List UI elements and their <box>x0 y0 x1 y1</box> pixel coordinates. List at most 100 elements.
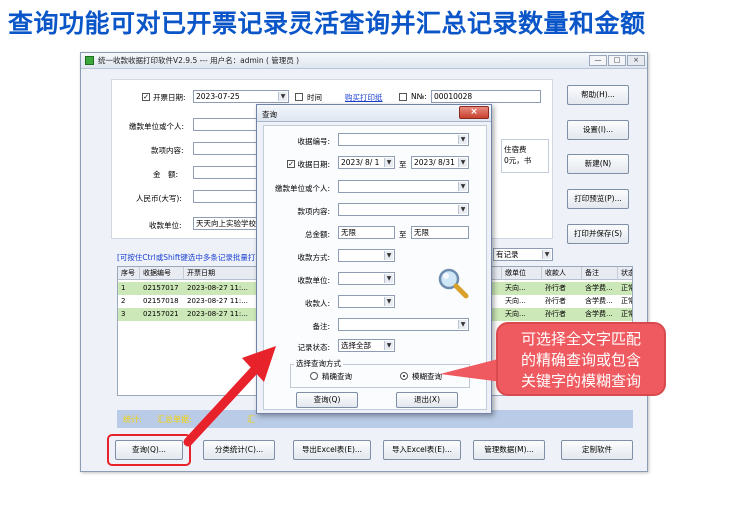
date-value: 2023-07-25 <box>196 92 240 101</box>
window-title: 统一收款收据打印软件V2.9.5 --- 用户名：admin ( 管理员 ) <box>98 56 300 65</box>
date-from-input[interactable]: 2023/ 8/ 1 ▼ <box>338 156 395 169</box>
query-button[interactable]: 查询(Q)... <box>115 440 183 460</box>
no-input[interactable]: 00010028 <box>431 90 541 103</box>
cell-note: 含学费... <box>585 297 613 305</box>
col-header-no[interactable]: 序号 <box>118 267 140 280</box>
dialog-exit-button[interactable]: 退出(X) <box>396 392 458 408</box>
item-label: 款项内容: <box>151 146 184 155</box>
window-titlebar: 统一收款收据打印软件V2.9.5 --- 用户名：admin ( 管理员 ) —… <box>81 53 647 69</box>
window-close-button[interactable]: × <box>627 55 645 66</box>
payer-input[interactable] <box>193 118 259 131</box>
payer-filter-select[interactable]: ▼ <box>338 180 469 193</box>
chevron-down-icon[interactable]: ▼ <box>384 251 393 260</box>
maximize-button[interactable]: □ <box>608 55 626 66</box>
manage-data-button[interactable]: 管理数据(M)... <box>473 440 545 460</box>
item-filter-select[interactable]: ▼ <box>338 203 469 216</box>
fuzzy-radio[interactable] <box>400 372 408 380</box>
cell-unit: 天向... <box>505 284 526 292</box>
new-button[interactable]: 新建(N) <box>567 154 629 174</box>
cell-no: 3 <box>121 310 126 318</box>
callout-line-2: 的精确查询或包含 <box>520 351 641 369</box>
chevron-down-icon[interactable]: ▼ <box>384 341 393 350</box>
minimize-button[interactable]: — <box>589 55 607 66</box>
chevron-down-icon[interactable]: ▼ <box>458 182 467 191</box>
date-sep: 至 <box>399 160 407 169</box>
date-to-value: 2023/ 8/31 <box>414 158 455 167</box>
col-header-status[interactable]: 状态 <box>618 267 632 280</box>
receipt-date-label: 收据日期: <box>297 160 330 169</box>
col-header-note[interactable]: 备注 <box>582 267 618 280</box>
chevron-down-icon[interactable]: ▼ <box>458 158 467 167</box>
cell-date: 2023-08-27 11:... <box>187 284 248 292</box>
time-label: 时间 <box>307 93 322 102</box>
calendar-dropdown-icon[interactable]: ▼ <box>278 92 287 101</box>
no-label: N№: <box>411 92 427 101</box>
export-excel-button[interactable]: 导出Excel表(E)... <box>293 440 371 460</box>
amount-label: 金 额: <box>153 170 179 179</box>
print-save-button[interactable]: 打印并保存(S) <box>567 224 629 244</box>
fuzzy-radio-label: 模糊查询 <box>412 372 442 381</box>
chevron-down-icon[interactable]: ▼ <box>542 250 551 259</box>
chevron-down-icon[interactable]: ▼ <box>458 205 467 214</box>
col-header-payee[interactable]: 收款人 <box>542 267 582 280</box>
callout-line-1: 可选择全文字匹配 <box>520 330 641 348</box>
feature-callout: 可选择全文字匹配 的精确查询或包含 关键字的模糊查询 <box>496 322 666 396</box>
status-filter-value: 选择全部 <box>341 341 371 350</box>
cell-status: 正常 <box>621 284 632 292</box>
chevron-down-icon[interactable]: ▼ <box>384 158 393 167</box>
rmb-input[interactable] <box>193 190 259 203</box>
receiver-filter-label: 收款单位: <box>297 276 330 285</box>
receipt-no-select[interactable]: ▼ <box>338 133 469 146</box>
settings-button[interactable]: 设置(I)... <box>567 120 629 140</box>
print-preview-button[interactable]: 打印预览(P)... <box>567 189 629 209</box>
date-checkbox[interactable]: ✓ <box>142 93 150 101</box>
date-to-input[interactable]: 2023/ 8/31 ▼ <box>411 156 469 169</box>
date-input[interactable]: 2023-07-25 ▼ <box>193 90 289 103</box>
buy-paper-link[interactable]: 购买打印纸 <box>345 92 383 103</box>
chevron-down-icon[interactable]: ▼ <box>458 320 467 329</box>
col-header-unit[interactable]: 缴单位 <box>502 267 542 280</box>
time-checkbox[interactable] <box>295 93 303 101</box>
custom-software-button[interactable]: 定制软件 <box>561 440 633 460</box>
magnifier-icon <box>438 268 469 299</box>
dialog-query-button[interactable]: 查询(Q) <box>296 392 358 408</box>
multi-select-hint: [可按住Ctrl或Shift键选中多条记录批量打印 <box>117 253 263 262</box>
exact-radio-label: 精确查询 <box>322 372 352 381</box>
remark-text-1: 住宿费 <box>504 145 527 154</box>
cell-unit: 天向... <box>505 310 526 318</box>
stats-label: 统计: <box>123 415 142 424</box>
import-excel-button[interactable]: 导入Excel表(E)... <box>383 440 461 460</box>
cell-code: 02157021 <box>143 310 179 318</box>
chevron-down-icon[interactable]: ▼ <box>384 274 393 283</box>
no-checkbox[interactable] <box>399 93 407 101</box>
headline-title: 查询功能可对已开票记录灵活查询并汇总记录数量和金额 <box>8 9 646 38</box>
app-icon <box>85 56 94 65</box>
record-filter-select[interactable]: 有记录 ▼ <box>493 248 553 261</box>
payer-filter-label: 缴款单位或个人: <box>274 184 330 193</box>
amount-from-input[interactable]: 无限 <box>338 226 395 239</box>
chevron-down-icon[interactable]: ▼ <box>384 297 393 306</box>
col-header-code[interactable]: 收据编号 <box>140 267 184 280</box>
cell-payee: 孙行者 <box>545 284 566 292</box>
help-button[interactable]: 帮助(H)... <box>567 85 629 105</box>
status-filter-select[interactable]: 选择全部 ▼ <box>338 339 395 352</box>
close-icon[interactable]: × <box>459 106 489 119</box>
date-from-value: 2023/ 8/ 1 <box>341 158 380 167</box>
receiver-input[interactable]: 天天向上实验学校 <box>193 217 259 230</box>
exact-radio[interactable] <box>310 372 318 380</box>
payee-filter-label: 收款人: <box>304 299 330 308</box>
col-header-date[interactable]: 开票日期 <box>184 267 262 280</box>
rmb-label: 人民币(大写): <box>136 194 182 203</box>
item-filter-label: 款项内容: <box>297 207 330 216</box>
payee-filter-select[interactable]: ▼ <box>338 295 395 308</box>
receiver-filter-select[interactable]: ▼ <box>338 272 395 285</box>
callout-pointer-icon <box>440 358 502 382</box>
note-filter-select[interactable]: ▼ <box>338 318 469 331</box>
pay-method-select[interactable]: ▼ <box>338 249 395 262</box>
cell-no: 1 <box>121 284 126 292</box>
item-input[interactable] <box>193 142 259 155</box>
amount-input[interactable] <box>193 166 259 179</box>
amount-to-input[interactable]: 无限 <box>411 226 469 239</box>
chevron-down-icon[interactable]: ▼ <box>458 135 467 144</box>
payer-label: 缴款单位或个人: <box>129 122 185 131</box>
